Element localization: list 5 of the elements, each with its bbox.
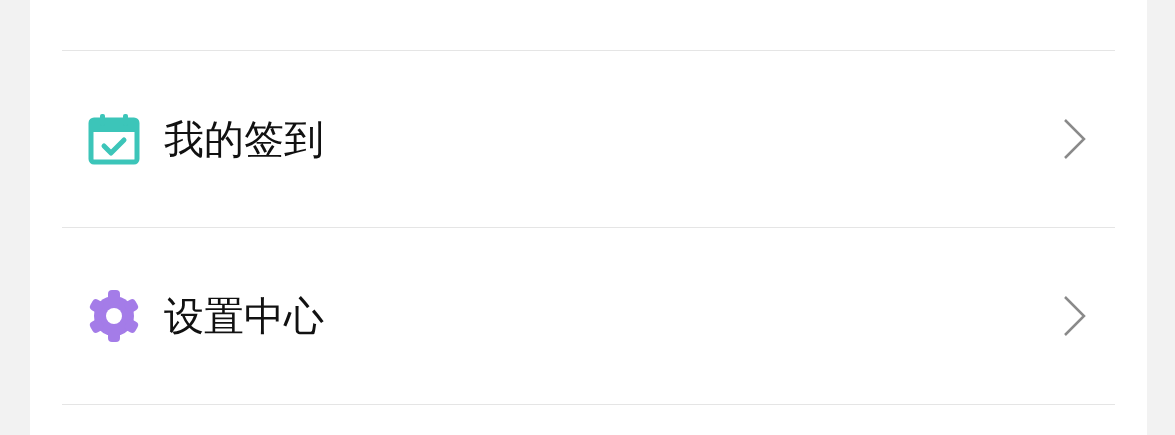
chevron-right-icon [1063,295,1087,337]
calendar-check-icon [88,113,140,165]
menu-item[interactable]: 设置中心 [62,227,1115,404]
menu-item[interactable]: 我的签到 [62,50,1115,227]
chevron-right-icon [1063,118,1087,160]
